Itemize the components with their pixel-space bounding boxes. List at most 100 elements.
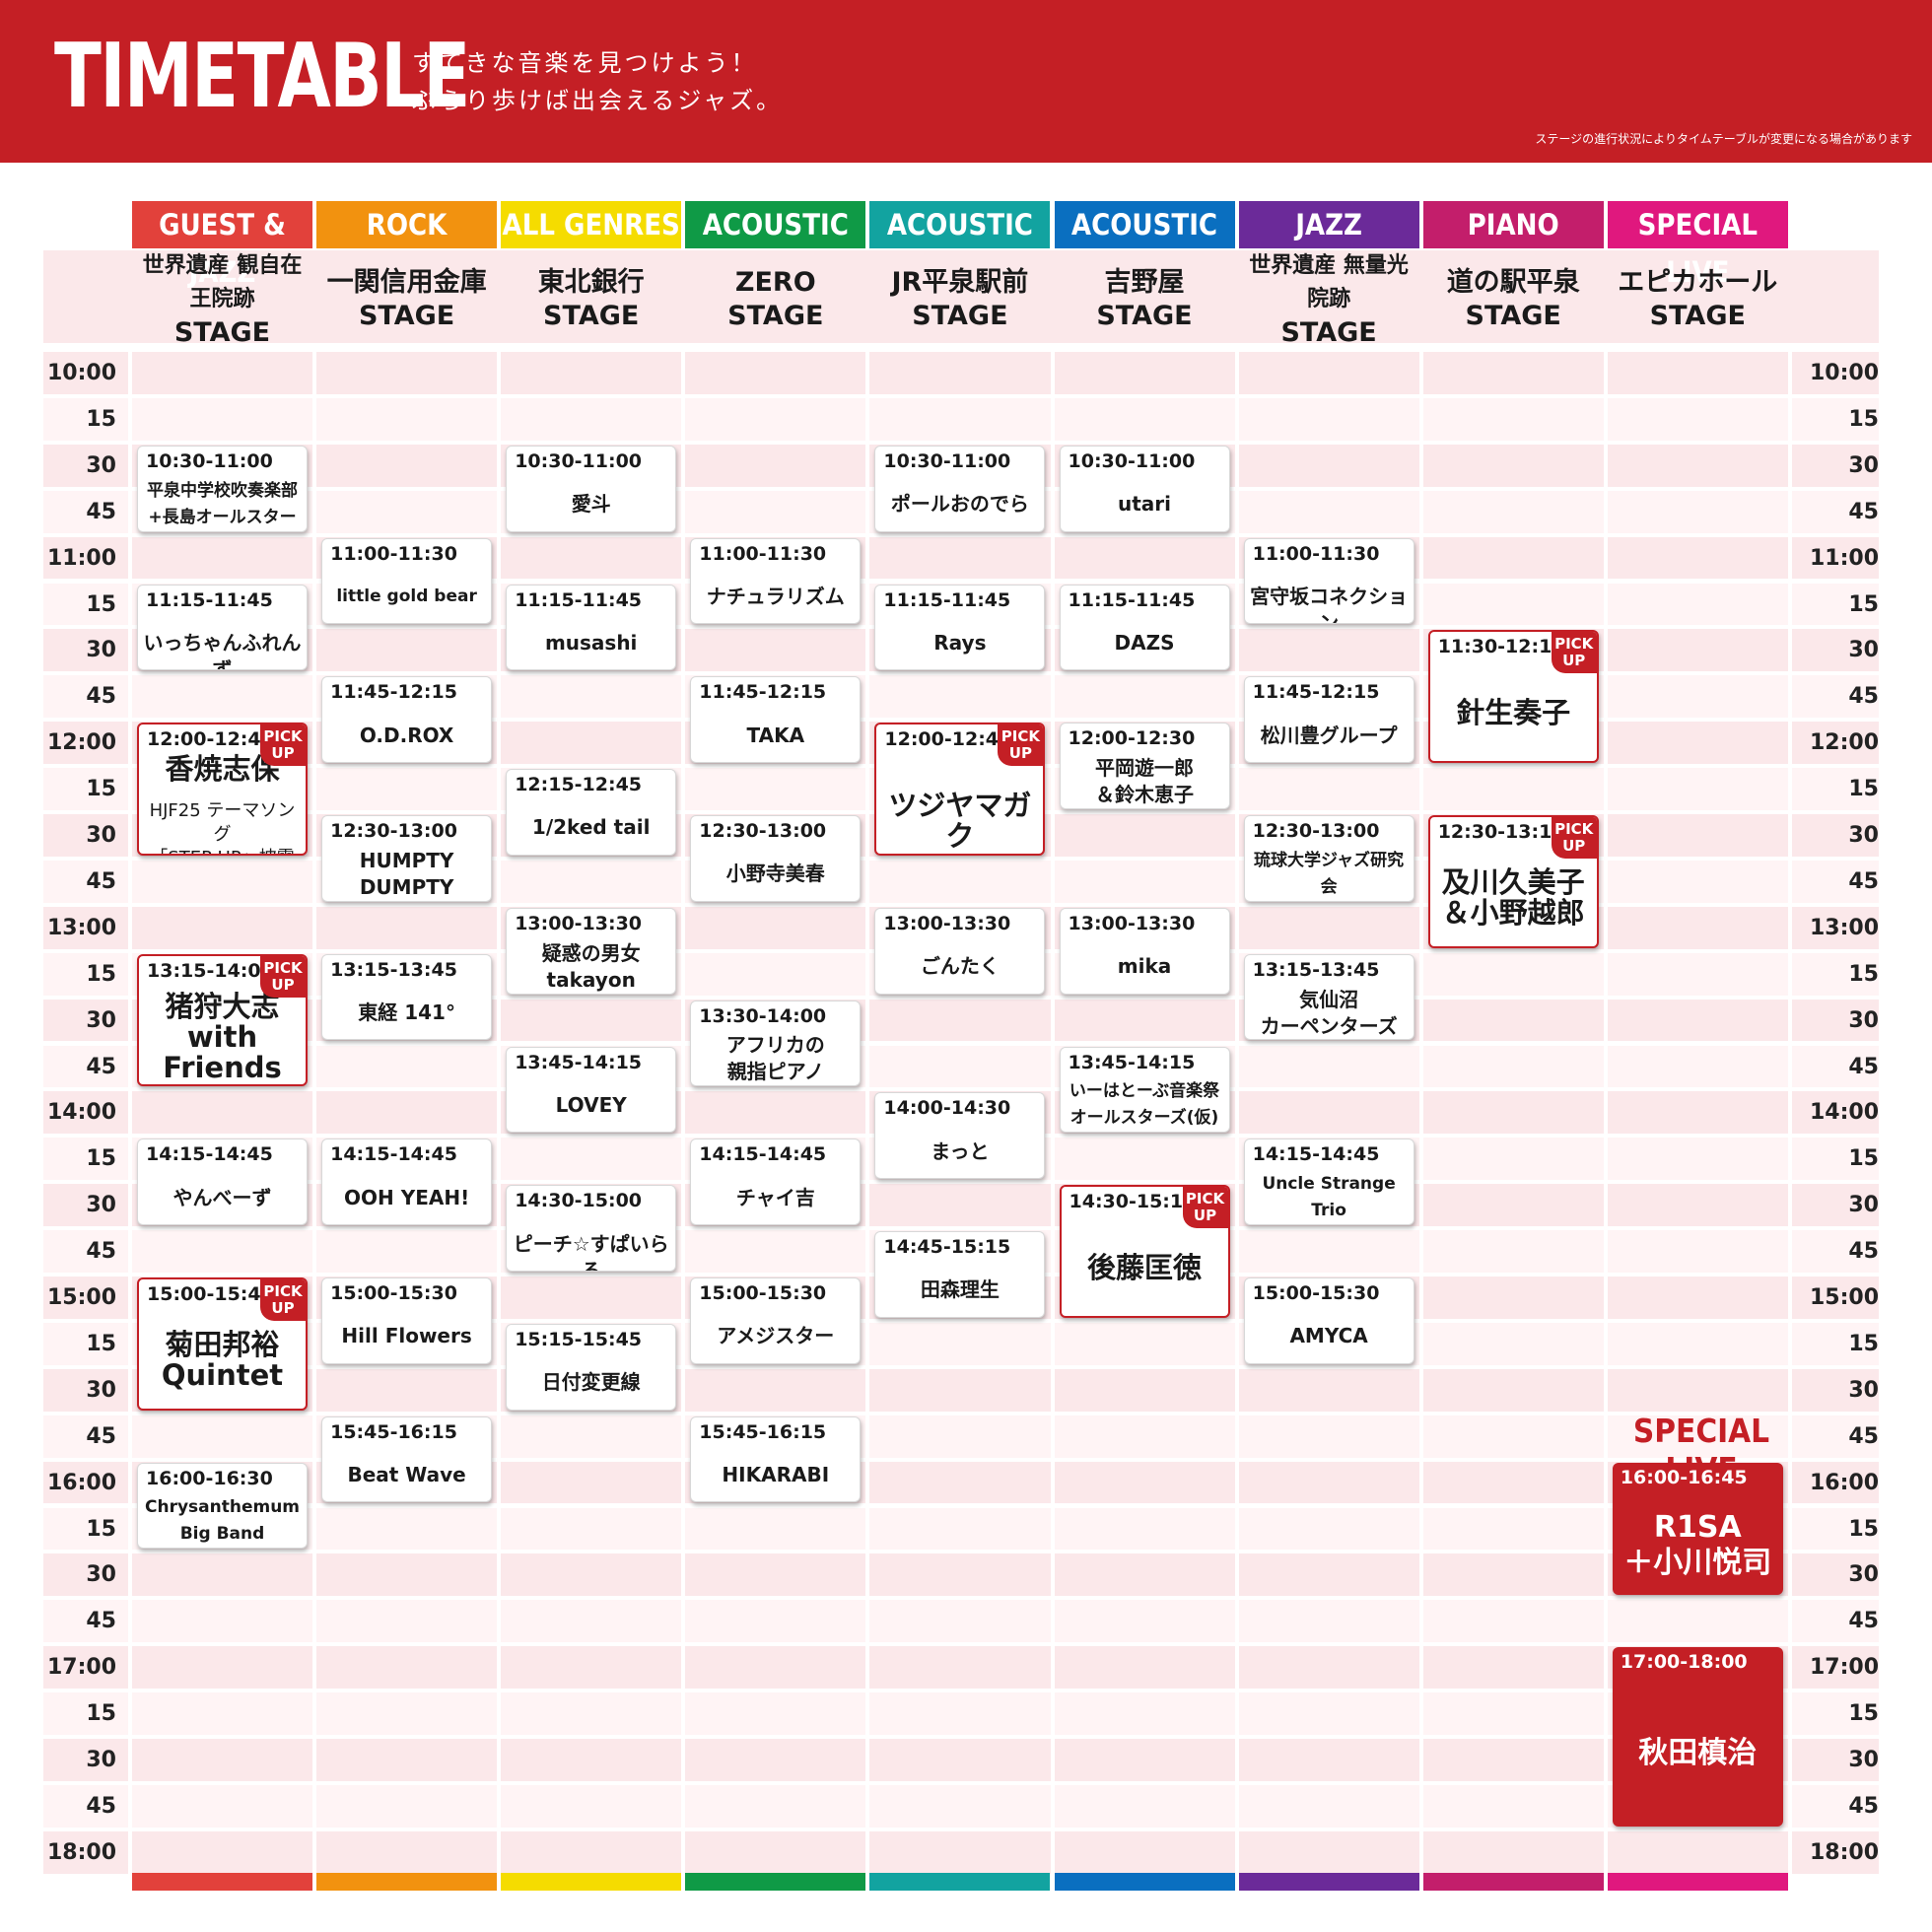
performance-time: 11:15-11:45 (515, 588, 643, 611)
performance-time: 11:00-11:30 (1252, 542, 1380, 565)
cell-divider (681, 1600, 686, 1643)
cell-divider (1418, 860, 1423, 903)
stage-name-line-1: 道の駅平泉 (1446, 267, 1580, 298)
cell-divider (865, 1784, 870, 1828)
performance-card[interactable]: 14:15-14:45 チャイ吉 (690, 1138, 862, 1226)
cell-divider (497, 397, 502, 441)
time-label-right: 45 (1848, 684, 1879, 710)
performance-card[interactable]: 14:15-14:45 OOH YEAH! (321, 1138, 493, 1226)
performance-card[interactable]: 14:00-14:30 まっと (874, 1092, 1046, 1180)
performance-card[interactable]: 15:00-15:30 Hill Flowers (321, 1277, 493, 1364)
cell-divider (312, 397, 317, 441)
cell-divider (128, 906, 132, 949)
performance-card[interactable]: 11:00-11:30 ナチュラリズム (690, 537, 862, 625)
performance-card[interactable]: 11:15-11:45 Rays (874, 584, 1046, 671)
performance-artist: 平泉中学校吹奏楽部 +長島オールスターズ (147, 480, 298, 527)
genre-color-bar (1238, 1873, 1419, 1891)
performance-card[interactable]: 13:15-13:45 気仙沼 カーペンターズ (1243, 953, 1414, 1041)
performance-card[interactable]: 14:30-15:15 後藤匡徳 PICK UP (1059, 1185, 1230, 1318)
performance-card[interactable]: 10:30-11:00 平泉中学校吹奏楽部 +長島オールスターズ (137, 445, 308, 532)
performance-artist: O.D.ROX (359, 723, 454, 747)
performance-time: 13:30-14:00 (699, 1004, 827, 1027)
performance-time: 12:30-13:15 (1437, 821, 1565, 843)
performance-card[interactable]: 16:00-16:45 R1SA ＋小川悦司 (1612, 1462, 1783, 1596)
cell-divider (1050, 675, 1055, 719)
time-label-left: 45 (86, 1054, 116, 1079)
performance-card[interactable]: 11:15-11:45 いっちゃんふれんず (137, 584, 308, 671)
cell-divider (497, 1414, 502, 1458)
performance-artist: 日付変更線 (541, 1370, 641, 1395)
pick-up-badge-line-1: PICK (1554, 635, 1594, 654)
performance-card[interactable]: 13:00-13:30 ごんたく (874, 907, 1046, 995)
performance-card[interactable]: 15:00-15:30 AMYCA (1243, 1277, 1414, 1364)
performance-card[interactable]: 11:45-12:15 TAKA (690, 676, 862, 764)
stage-name-line-1: JR平泉駅前 (891, 267, 1029, 298)
stage-name-line-2: STAGE (358, 301, 455, 331)
performance-card[interactable]: 11:15-11:45 DAZS (1059, 584, 1230, 671)
performance-card[interactable]: 11:15-11:45 musashi (506, 584, 677, 671)
cell-divider (1234, 352, 1239, 394)
performance-card[interactable]: 11:45-12:15 松川豊グループ (1243, 676, 1414, 764)
performance-card[interactable]: 12:30-13:00 小野寺美春 (690, 815, 862, 902)
performance-card[interactable]: 13:15-14:00 猪狩大志 with Friends PICK UP (137, 953, 308, 1087)
cell-divider (681, 1830, 686, 1874)
stage-name-line-2: STAGE (1096, 301, 1193, 331)
performance-artist: 秋田槙治 (1638, 1735, 1758, 1770)
time-label-left: 30 (86, 1007, 116, 1033)
performance-card[interactable]: 11:30-12:15 針生奏子 PICK UP (1427, 630, 1599, 764)
performance-card[interactable]: 13:45-14:15 いーはとーぶ音楽祭 オールスターズ(仮) (1059, 1046, 1230, 1134)
performance-card[interactable]: 12:00-12:45香焼志保HJF25 テーマソング 「STEP UP」披露P… (137, 723, 308, 856)
performance-card[interactable]: 14:45-15:15 田森理生 (874, 1231, 1046, 1318)
time-label-left: 15 (86, 777, 116, 802)
performance-card[interactable]: 13:00-13:30 疑惑の男女 takayon (506, 907, 677, 995)
performance-card[interactable]: 15:00-15:45 菊田邦裕 Quintet PICK UP (137, 1277, 308, 1411)
performance-card[interactable]: 12:00-12:45 ツジヤマガク PICK UP (874, 723, 1046, 856)
cell-divider (1234, 490, 1239, 533)
cell-divider (681, 999, 686, 1042)
cell-divider (1603, 1414, 1608, 1458)
performance-card[interactable]: 12:30-13:00 琉球大学ジャズ研究会 しにでーじだっちゃー (1243, 815, 1414, 902)
performance-card[interactable]: 12:30-13:00 HUMPTY DUMPTY (321, 815, 493, 902)
performance-card[interactable]: 12:30-13:15 及川久美子 ＆小野越郎 PICK UP (1427, 815, 1599, 948)
time-label-right: 30 (1848, 1562, 1879, 1588)
performance-card[interactable]: 17:00-18:00 秋田槙治 (1612, 1647, 1783, 1827)
cell-divider (1050, 1553, 1055, 1597)
performance-card[interactable]: 15:00-15:30 アメジスター (690, 1277, 862, 1364)
cell-divider (1418, 444, 1423, 487)
performance-card[interactable]: 11:00-11:30 little gold bear (321, 537, 493, 625)
cell-divider (1418, 397, 1423, 441)
cell-divider (865, 1091, 870, 1135)
performance-card[interactable]: 15:15-15:45 日付変更線 (506, 1323, 677, 1411)
performance-card[interactable]: 10:30-11:00 utari (1059, 445, 1230, 532)
performance-card[interactable]: 14:15-14:45 Uncle Strange Trio (1243, 1138, 1414, 1226)
performance-card[interactable]: 14:30-15:00 ピーチ☆すぱいらる (506, 1185, 677, 1272)
performance-card[interactable]: 11:45-12:15 O.D.ROX (321, 676, 493, 764)
cell-divider (497, 583, 502, 626)
cell-divider (1050, 1784, 1055, 1828)
performance-card[interactable]: 13:15-13:45 東経 141° (321, 953, 493, 1041)
performance-card[interactable]: 10:30-11:00 愛斗 (506, 445, 677, 532)
cell-divider (1050, 1091, 1055, 1135)
performance-time: 16:00-16:45 (1620, 1466, 1748, 1488)
performance-card[interactable]: 15:45-16:15 HIKARABI (690, 1415, 862, 1503)
performance-card[interactable]: 13:30-14:00 アフリカの 親指ピアノ (690, 1000, 862, 1087)
cell-divider (681, 722, 686, 765)
performance-card[interactable]: 16:00-16:30 Chrysanthemum Big Band (137, 1462, 308, 1550)
performance-card[interactable]: 12:15-12:45 1/2ked tail (506, 769, 677, 856)
performance-card[interactable]: 11:00-11:30 宮守坂コネクション (1243, 537, 1414, 625)
cell-divider (497, 1739, 502, 1781)
cell-divider (1234, 1461, 1239, 1504)
cell-divider (128, 1138, 132, 1181)
cell-divider (865, 814, 870, 857)
time-label-right: 15 (1848, 1331, 1879, 1356)
cell-divider (312, 444, 317, 487)
performance-time: 11:00-11:30 (330, 542, 457, 565)
performance-card[interactable]: 13:45-14:15 LOVEY (506, 1046, 677, 1134)
performance-card[interactable]: 15:45-16:15 Beat Wave (321, 1415, 493, 1503)
performance-card[interactable]: 14:15-14:45 やんべーず (137, 1138, 308, 1226)
genre-header: ACOUSTIC (685, 201, 866, 248)
performance-card[interactable]: 13:00-13:30 mika (1059, 907, 1230, 995)
performance-card[interactable]: 10:30-11:00 ポールおのでら (874, 445, 1046, 532)
performance-card[interactable]: 12:00-12:30 平岡遊一郎 ＆鈴木恵子 (1059, 723, 1230, 809)
cell-divider (1234, 675, 1239, 719)
